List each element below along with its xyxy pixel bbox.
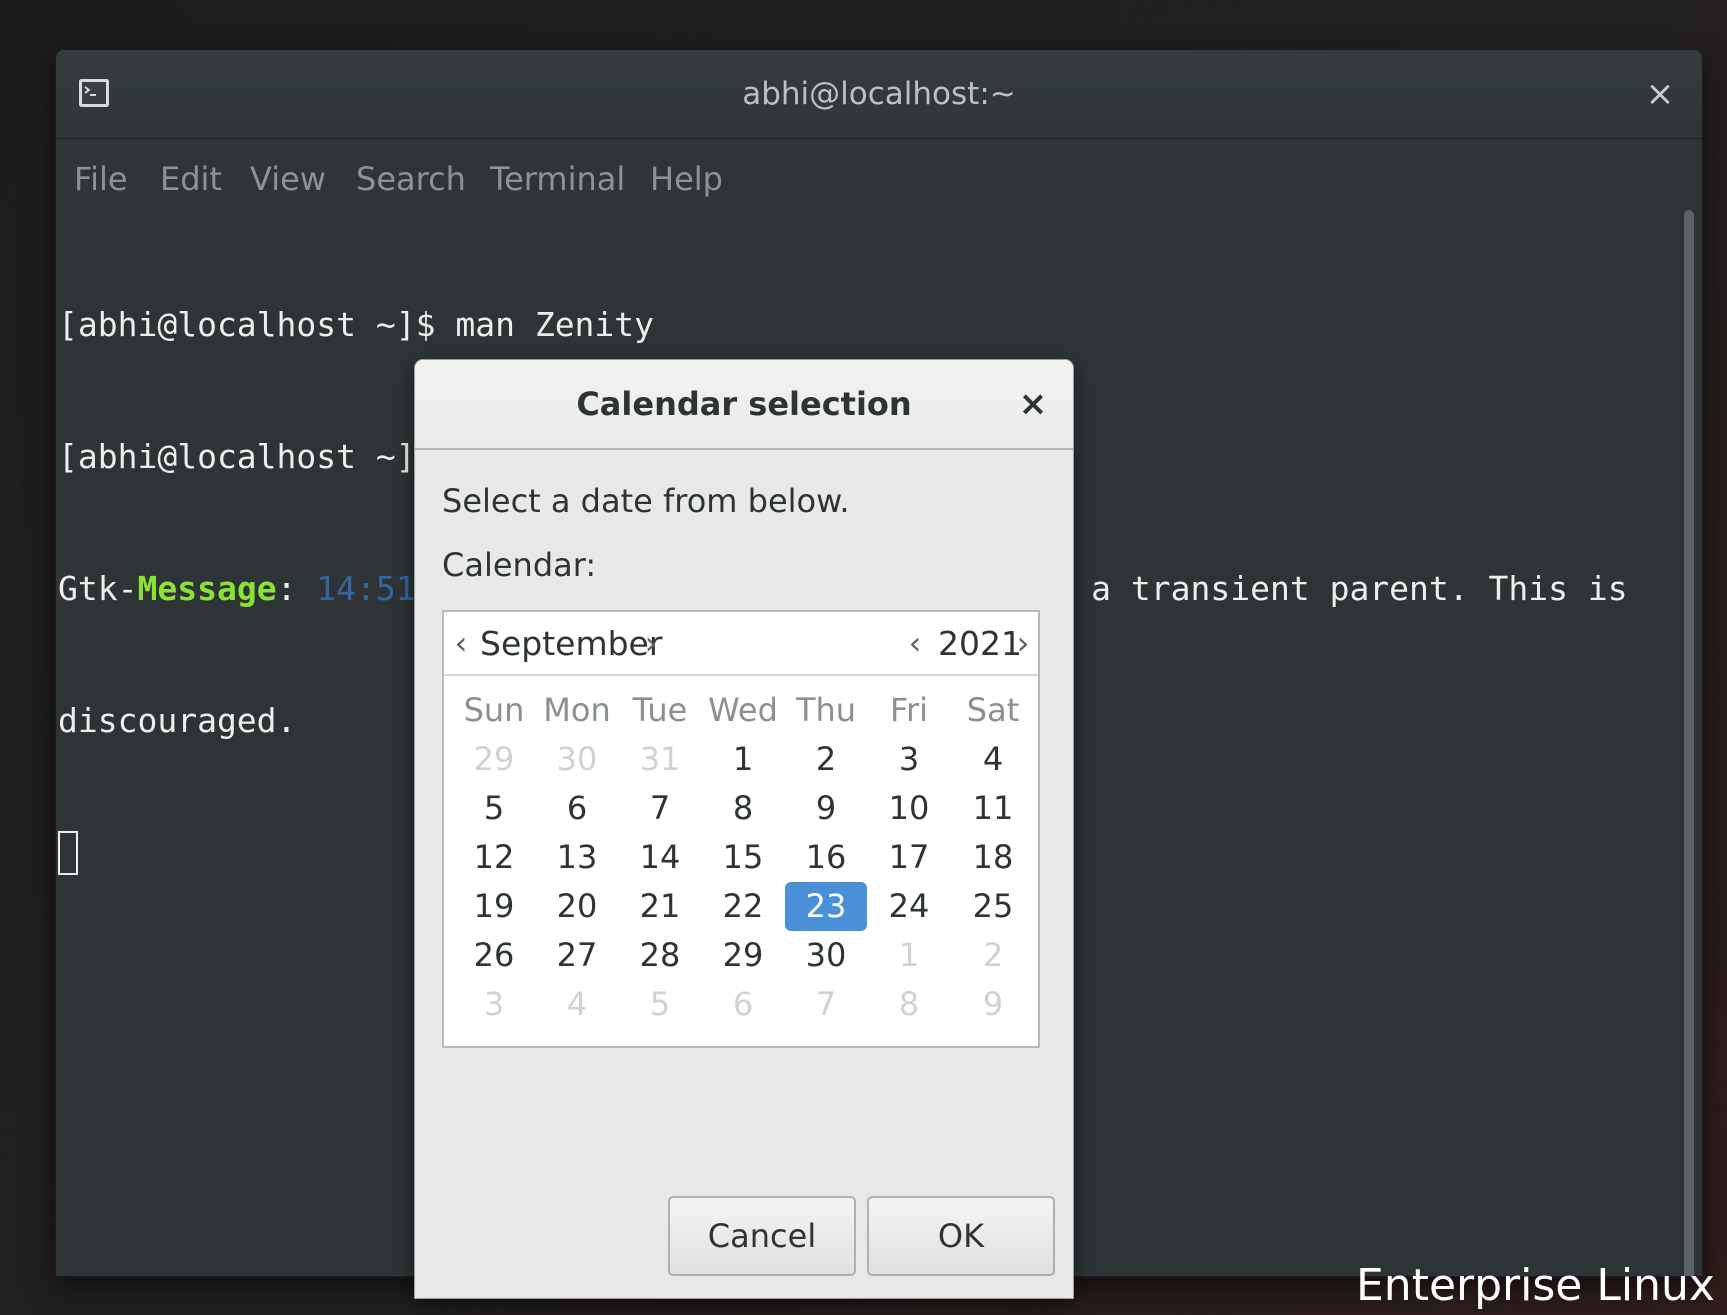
window-title: abhi@localhost:~ [742, 76, 1016, 112]
calendar-day[interactable]: 7 [619, 784, 701, 833]
dialog-header[interactable]: Calendar selection × [415, 360, 1073, 450]
calendar-day-outside-month[interactable]: 30 [536, 735, 618, 784]
dialog-title: Calendar selection [576, 385, 912, 423]
calendar-header: ‹ September › ‹ 2021 › [444, 612, 1038, 676]
calendar-day[interactable]: 25 [952, 882, 1034, 931]
calendar-day-outside-month[interactable]: 6 [702, 980, 784, 1029]
calendar-day[interactable]: 12 [453, 833, 535, 882]
calendar-label: Calendar: [442, 546, 597, 584]
weekday-tue: Tue [632, 691, 688, 729]
calendar-day[interactable]: 13 [536, 833, 618, 882]
message-keyword: Message [137, 569, 277, 608]
ok-button[interactable]: OK [867, 1196, 1055, 1276]
calendar-day[interactable]: 18 [952, 833, 1034, 882]
calendar-day[interactable]: 4 [952, 735, 1034, 784]
calendar-day[interactable]: 10 [868, 784, 950, 833]
desktop-watermark: Enterprise Linux [1356, 1260, 1715, 1311]
calendar-widget[interactable]: ‹ September › ‹ 2021 › Sun Mon Tue Wed Thu Fr… [442, 610, 1040, 1048]
terminal-line: [abhi@localhost ~]$ man Zenity [58, 305, 655, 344]
calendar-day[interactable]: 3 [868, 735, 950, 784]
calendar-day[interactable]: 29 [702, 931, 784, 980]
cancel-button[interactable]: Cancel [668, 1196, 856, 1276]
message-prefix: Gtk- [58, 569, 138, 608]
calendar-day[interactable]: 30 [785, 931, 867, 980]
weekday-sat: Sat [966, 691, 1020, 729]
calendar-day-outside-month[interactable]: 3 [453, 980, 535, 1029]
calendar-day[interactable]: 28 [619, 931, 701, 980]
calendar-day-outside-month[interactable]: 4 [536, 980, 618, 1029]
calendar-day-outside-month[interactable]: 2 [952, 931, 1034, 980]
close-window-button[interactable]: × [1640, 72, 1680, 116]
calendar-month: September [480, 624, 663, 663]
calendar-day[interactable]: 16 [785, 833, 867, 882]
calendar-day[interactable]: 8 [702, 784, 784, 833]
terminal-titlebar[interactable]: abhi@localhost:~ × [56, 50, 1702, 139]
calendar-day-outside-month[interactable]: 1 [868, 931, 950, 980]
menu-file[interactable]: File [74, 139, 128, 209]
calendar-day-outside-month[interactable]: 8 [868, 980, 950, 1029]
calendar-year: 2021 [938, 624, 1022, 663]
menubar: File Edit View Search Terminal Help [56, 139, 1702, 209]
calendar-day[interactable]: 11 [952, 784, 1034, 833]
calendar-day-outside-month[interactable]: 29 [453, 735, 535, 784]
dialog-prompt: Select a date from below. [442, 482, 850, 520]
weekday-thu: Thu [795, 691, 857, 729]
calendar-day-outside-month[interactable]: 31 [619, 735, 701, 784]
message-separator: : [276, 569, 317, 608]
calendar-day[interactable]: 26 [453, 931, 535, 980]
menu-view[interactable]: View [250, 139, 326, 209]
calendar-day[interactable]: 20 [536, 882, 618, 931]
calendar-day[interactable]: 2 [785, 735, 867, 784]
next-month-icon[interactable]: › [640, 612, 662, 674]
prev-month-icon[interactable]: ‹ [450, 612, 472, 674]
calendar-day-outside-month[interactable]: 9 [952, 980, 1034, 1029]
calendar-day-outside-month[interactable]: 5 [619, 980, 701, 1029]
calendar-day[interactable]: 21 [619, 882, 701, 931]
calendar-day[interactable]: 9 [785, 784, 867, 833]
calendar-day[interactable]: 17 [868, 833, 950, 882]
menu-edit[interactable]: Edit [160, 139, 222, 209]
weekday-mon: Mon [543, 691, 611, 729]
calendar-day[interactable]: 15 [702, 833, 784, 882]
calendar-day[interactable]: 6 [536, 784, 618, 833]
prev-year-icon[interactable]: ‹ [904, 612, 926, 674]
calendar-dialog: Calendar selection × Select a date from … [415, 360, 1073, 1298]
terminal-scrollbar[interactable] [1684, 210, 1694, 1276]
calendar-day[interactable]: 19 [453, 882, 535, 931]
menu-search[interactable]: Search [356, 139, 466, 209]
weekday-fri: Fri [889, 691, 929, 729]
calendar-day[interactable]: 14 [619, 833, 701, 882]
calendar-day[interactable]: 1 [702, 735, 784, 784]
calendar-day[interactable]: 24 [868, 882, 950, 931]
calendar-day-outside-month[interactable]: 7 [785, 980, 867, 1029]
terminal-cursor [58, 831, 78, 875]
menu-help[interactable]: Help [650, 139, 723, 209]
calendar-day[interactable]: 22 [702, 882, 784, 931]
calendar-day[interactable]: 5 [453, 784, 535, 833]
dialog-close-button[interactable]: × [1013, 382, 1053, 426]
next-year-icon[interactable]: › [1012, 612, 1034, 674]
weekday-wed: Wed [708, 691, 778, 729]
calendar-day-selected[interactable]: 23 [785, 882, 867, 931]
calendar-day[interactable]: 27 [536, 931, 618, 980]
menu-terminal[interactable]: Terminal [490, 139, 625, 209]
weekday-sun: Sun [463, 691, 525, 729]
